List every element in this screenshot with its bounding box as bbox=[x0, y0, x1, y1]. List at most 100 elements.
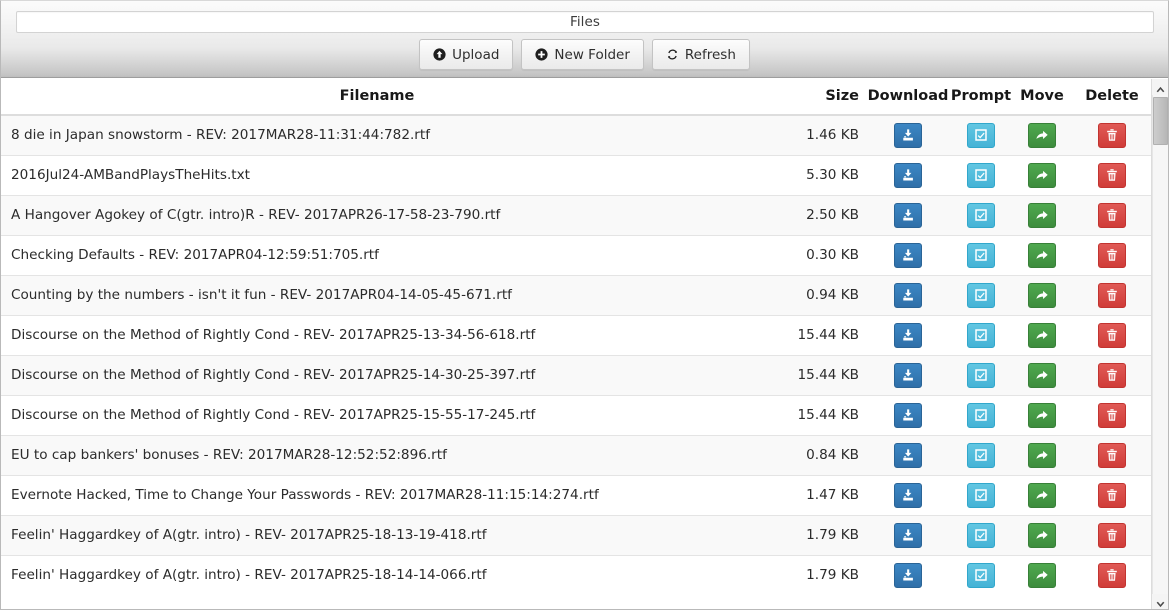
delete-button[interactable] bbox=[1098, 522, 1126, 548]
file-size-cell: 1.46 KB bbox=[761, 114, 867, 155]
trash-icon bbox=[1105, 168, 1119, 182]
prompt-button-cell bbox=[949, 194, 1013, 235]
delete-button-cell bbox=[1071, 194, 1153, 235]
prompt-button[interactable] bbox=[967, 162, 995, 188]
scrollbar-track[interactable] bbox=[1152, 95, 1168, 594]
move-button[interactable] bbox=[1028, 482, 1056, 508]
table-row[interactable]: EU to cap bankers' bonuses - REV: 2017MA… bbox=[1, 434, 1153, 475]
download-button-cell bbox=[867, 394, 949, 435]
scroll-up-button[interactable] bbox=[1152, 79, 1168, 95]
download-button[interactable] bbox=[894, 562, 922, 588]
move-button[interactable] bbox=[1028, 442, 1056, 468]
prompt-button[interactable] bbox=[967, 202, 995, 228]
file-table-header: Filename Size Download Prompt Move Delet… bbox=[1, 78, 1153, 116]
table-row[interactable]: Discourse on the Method of Rightly Cond … bbox=[1, 314, 1153, 355]
download-icon bbox=[901, 368, 915, 382]
table-row[interactable]: Checking Defaults - REV: 2017APR04-12:59… bbox=[1, 234, 1153, 275]
file-table-scroll-region[interactable]: Filename Size Download Prompt Move Delet… bbox=[1, 78, 1168, 609]
delete-button[interactable] bbox=[1098, 562, 1126, 588]
move-button[interactable] bbox=[1028, 202, 1056, 228]
prompt-button-cell bbox=[949, 114, 1013, 155]
prompt-button[interactable] bbox=[967, 522, 995, 548]
scrollbar-thumb[interactable] bbox=[1153, 97, 1168, 145]
prompt-button[interactable] bbox=[967, 122, 995, 148]
table-row[interactable]: Feelin' Haggardkey of A(gtr. intro) - RE… bbox=[1, 514, 1153, 555]
download-button[interactable] bbox=[894, 442, 922, 468]
download-button[interactable] bbox=[894, 242, 922, 268]
prompt-button[interactable] bbox=[967, 322, 995, 348]
download-button[interactable] bbox=[894, 402, 922, 428]
prompt-button[interactable] bbox=[967, 402, 995, 428]
scroll-down-button[interactable] bbox=[1152, 594, 1168, 609]
delete-button[interactable] bbox=[1098, 482, 1126, 508]
download-button-cell bbox=[867, 474, 949, 515]
table-row[interactable]: 8 die in Japan snowstorm - REV: 2017MAR2… bbox=[1, 114, 1153, 155]
prompt-button-cell bbox=[949, 514, 1013, 555]
prompt-button[interactable] bbox=[967, 282, 995, 308]
file-size-cell: 0.94 KB bbox=[761, 274, 867, 315]
chevron-up-icon bbox=[1156, 78, 1165, 97]
column-header-filename[interactable]: Filename bbox=[1, 78, 761, 116]
move-button[interactable] bbox=[1028, 122, 1056, 148]
prompt-button[interactable] bbox=[967, 242, 995, 268]
delete-button[interactable] bbox=[1098, 402, 1126, 428]
upload-button[interactable]: Upload bbox=[419, 39, 514, 70]
download-button[interactable] bbox=[894, 282, 922, 308]
delete-button[interactable] bbox=[1098, 442, 1126, 468]
move-button[interactable] bbox=[1028, 522, 1056, 548]
prompt-button[interactable] bbox=[967, 362, 995, 388]
vertical-scrollbar[interactable] bbox=[1151, 79, 1168, 609]
delete-button-cell bbox=[1071, 274, 1153, 315]
delete-button[interactable] bbox=[1098, 162, 1126, 188]
move-button-cell bbox=[1013, 314, 1071, 355]
delete-button[interactable] bbox=[1098, 242, 1126, 268]
download-button[interactable] bbox=[894, 202, 922, 228]
column-header-download: Download bbox=[867, 78, 949, 116]
download-button-cell bbox=[867, 234, 949, 275]
move-button[interactable] bbox=[1028, 162, 1056, 188]
table-row[interactable]: Discourse on the Method of Rightly Cond … bbox=[1, 394, 1153, 435]
delete-button[interactable] bbox=[1098, 202, 1126, 228]
delete-button[interactable] bbox=[1098, 282, 1126, 308]
refresh-button-label: Refresh bbox=[684, 46, 736, 63]
download-button[interactable] bbox=[894, 362, 922, 388]
download-button[interactable] bbox=[894, 122, 922, 148]
delete-button[interactable] bbox=[1098, 122, 1126, 148]
table-row[interactable]: Counting by the numbers - isn't it fun -… bbox=[1, 274, 1153, 315]
column-header-size[interactable]: Size bbox=[761, 78, 867, 116]
file-size-cell: 0.84 KB bbox=[761, 434, 867, 475]
file-size-cell: 15.44 KB bbox=[761, 354, 867, 395]
refresh-button[interactable]: Refresh bbox=[651, 39, 750, 70]
move-button[interactable] bbox=[1028, 402, 1056, 428]
download-icon bbox=[901, 168, 915, 182]
move-button[interactable] bbox=[1028, 282, 1056, 308]
table-row[interactable]: Discourse on the Method of Rightly Cond … bbox=[1, 354, 1153, 395]
move-button[interactable] bbox=[1028, 322, 1056, 348]
prompt-button[interactable] bbox=[967, 482, 995, 508]
prompt-button[interactable] bbox=[967, 442, 995, 468]
check-square-icon bbox=[974, 488, 988, 502]
delete-button[interactable] bbox=[1098, 322, 1126, 348]
delete-button-cell bbox=[1071, 394, 1153, 435]
download-button-cell bbox=[867, 354, 949, 395]
check-square-icon bbox=[974, 128, 988, 142]
download-button[interactable] bbox=[894, 322, 922, 348]
column-header-prompt: Prompt bbox=[949, 78, 1013, 116]
table-row[interactable]: Evernote Hacked, Time to Change Your Pas… bbox=[1, 474, 1153, 515]
share-arrow-icon bbox=[1035, 448, 1049, 462]
table-row[interactable]: A Hangover Agokey of C(gtr. intro)R - RE… bbox=[1, 194, 1153, 235]
move-button[interactable] bbox=[1028, 562, 1056, 588]
table-row[interactable]: Feelin' Haggardkey of A(gtr. intro) - RE… bbox=[1, 554, 1153, 595]
download-button[interactable] bbox=[894, 522, 922, 548]
download-button[interactable] bbox=[894, 162, 922, 188]
file-size-cell: 1.79 KB bbox=[761, 514, 867, 555]
table-row[interactable]: 2016Jul24-AMBandPlaysTheHits.txt 5.30 KB bbox=[1, 154, 1153, 195]
move-button[interactable] bbox=[1028, 362, 1056, 388]
new-folder-button[interactable]: New Folder bbox=[521, 39, 644, 70]
delete-button[interactable] bbox=[1098, 362, 1126, 388]
prompt-button[interactable] bbox=[967, 562, 995, 588]
check-square-icon bbox=[974, 208, 988, 222]
move-button[interactable] bbox=[1028, 242, 1056, 268]
download-button[interactable] bbox=[894, 482, 922, 508]
upload-button-label: Upload bbox=[452, 46, 500, 63]
